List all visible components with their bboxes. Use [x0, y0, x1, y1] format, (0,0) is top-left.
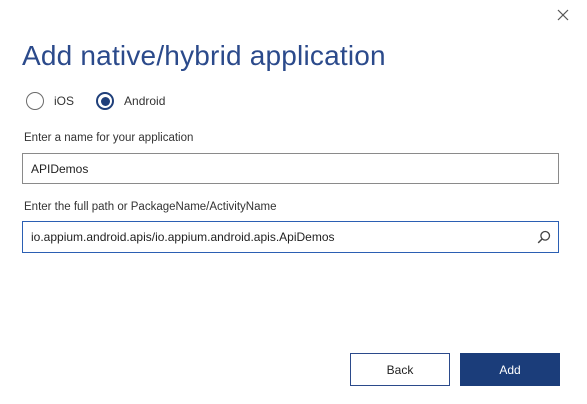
ios-radio-label: iOS	[54, 94, 75, 108]
add-application-dialog: Add native/hybrid application iOS Androi…	[0, 0, 587, 404]
android-radio-label: Android	[124, 94, 166, 108]
radio-selected-dot	[100, 96, 110, 106]
app-name-label: Enter a name for your application	[24, 132, 194, 144]
back-button[interactable]: Back	[350, 353, 450, 386]
browse-search-button[interactable]	[530, 222, 558, 252]
close-button[interactable]	[552, 4, 574, 26]
android-radio-option[interactable]: Android	[96, 92, 165, 110]
platform-radio-group: iOS Android	[26, 92, 187, 110]
ios-radio-button[interactable]	[26, 92, 44, 110]
search-icon	[537, 230, 551, 244]
add-button[interactable]: Add	[460, 353, 560, 386]
android-radio-button[interactable]	[96, 92, 115, 110]
app-path-field	[22, 221, 559, 253]
ios-radio-option[interactable]: iOS	[26, 92, 74, 110]
app-name-input[interactable]	[22, 153, 559, 184]
close-icon	[557, 9, 569, 21]
app-path-input[interactable]	[23, 222, 530, 252]
dialog-title: Add native/hybrid application	[22, 40, 386, 71]
app-path-label: Enter the full path or PackageName/Activ…	[24, 201, 277, 213]
